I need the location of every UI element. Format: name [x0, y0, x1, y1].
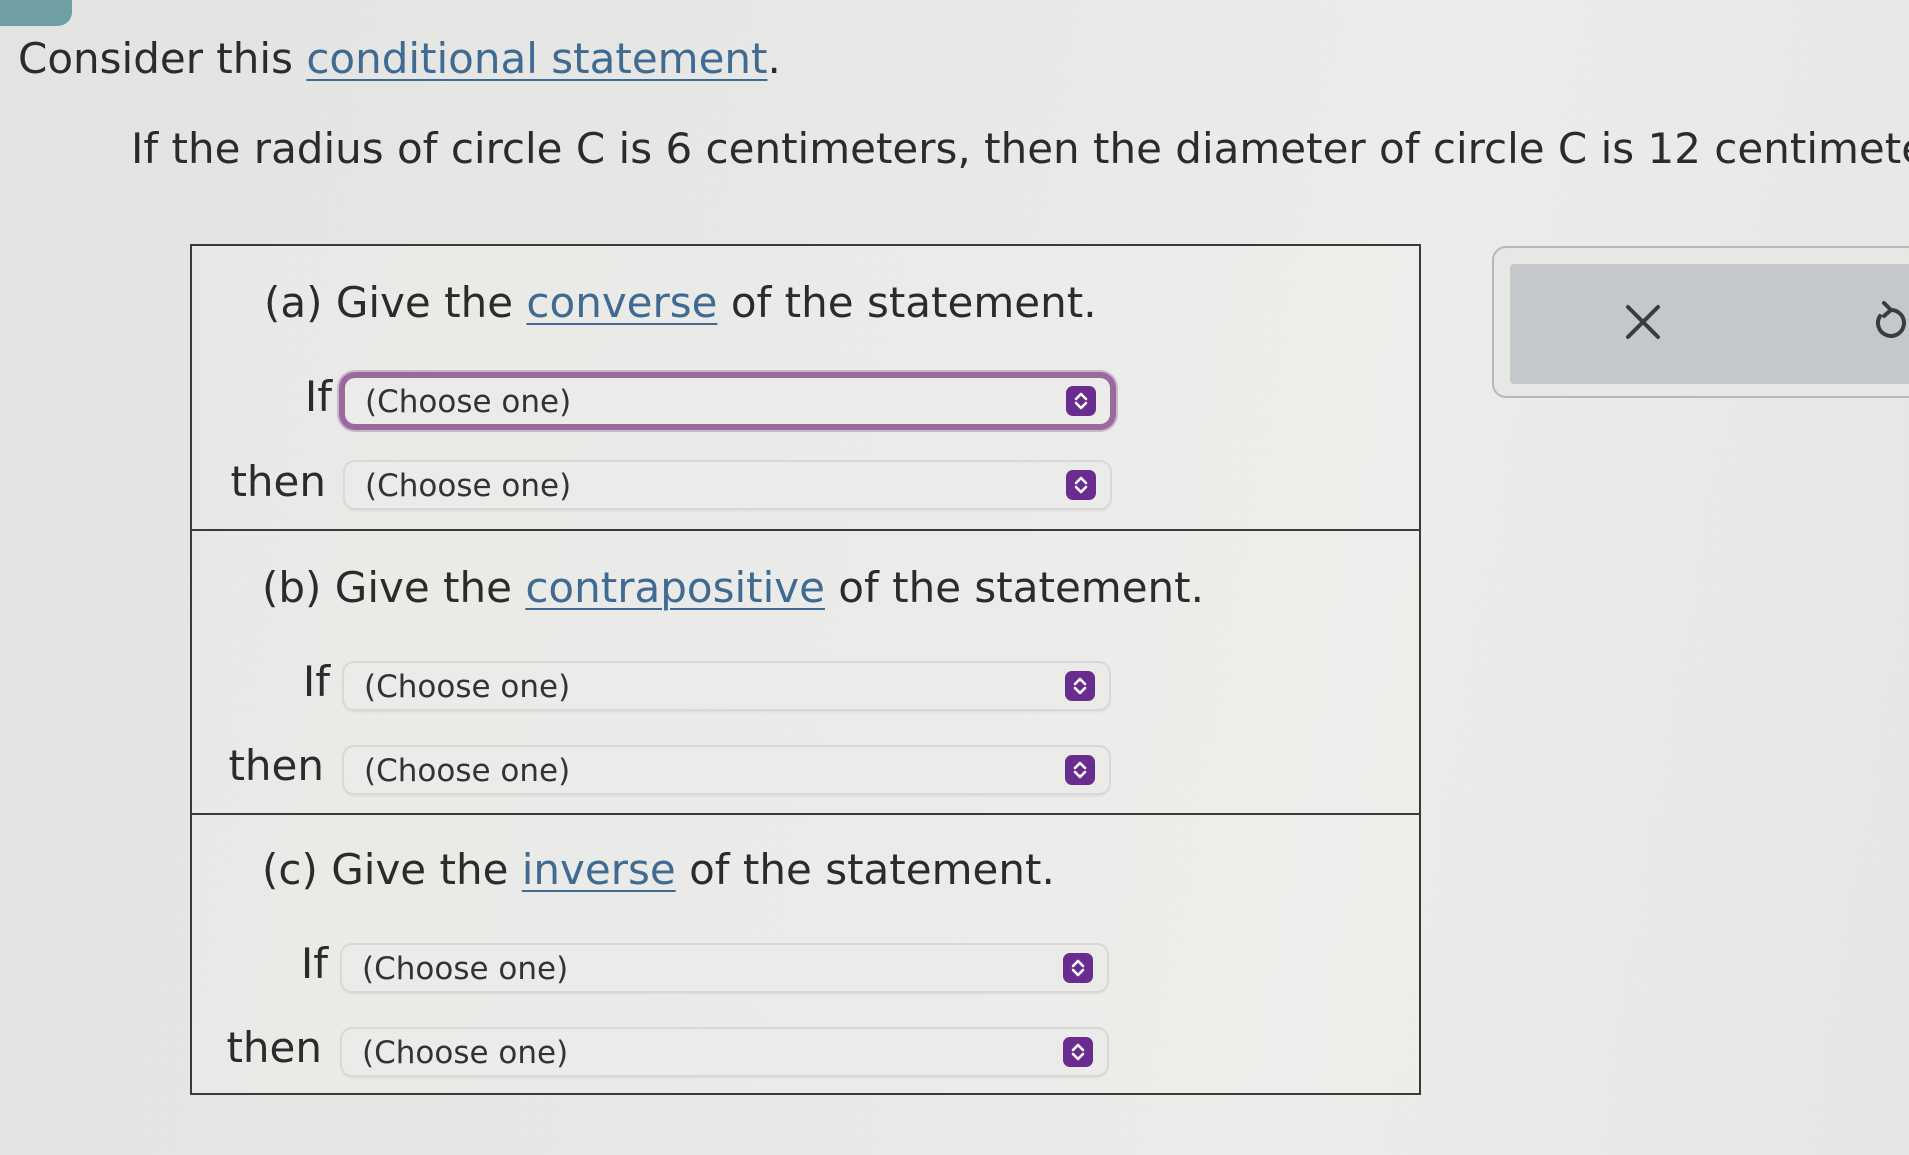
then-label: then: [230, 457, 326, 506]
conditional-statement: If the radius of circle C is 6 centimete…: [131, 124, 1909, 173]
then-label: then: [228, 741, 324, 790]
section-heading: (c) Give the inverse of the statement.: [262, 845, 1055, 894]
chevron-up-down-icon: [1065, 671, 1095, 701]
inverse-if-select[interactable]: (Choose one): [342, 945, 1107, 991]
then-label: then: [226, 1023, 322, 1072]
chevron-up-down-icon: [1065, 755, 1095, 785]
close-icon: [1623, 302, 1663, 346]
select-value: (Choose one): [365, 384, 572, 420]
clear-button[interactable]: [1608, 289, 1678, 359]
inverse-link[interactable]: inverse: [522, 845, 676, 894]
chevron-up-down-icon: [1066, 386, 1096, 416]
section-heading: (a) Give the converse of the statement.: [264, 278, 1097, 327]
converse-link[interactable]: converse: [526, 278, 717, 327]
intro-text: Consider this conditional statement.: [18, 34, 781, 83]
section-contrapositive: (b) Give the contrapositive of the state…: [192, 529, 1419, 813]
contrapositive-link[interactable]: contrapositive: [525, 563, 825, 612]
undo-icon: [1868, 300, 1909, 348]
select-value: (Choose one): [364, 753, 571, 789]
select-value: (Choose one): [364, 669, 571, 705]
converse-if-select[interactable]: (Choose one): [345, 378, 1110, 424]
select-value: (Choose one): [362, 1035, 569, 1071]
contrapositive-then-select[interactable]: (Choose one): [344, 747, 1109, 793]
chevron-up-down-icon: [1063, 953, 1093, 983]
contrapositive-if-select[interactable]: (Choose one): [344, 663, 1109, 709]
chevron-up-down-icon: [1066, 470, 1096, 500]
section-heading: (b) Give the contrapositive of the state…: [262, 563, 1204, 612]
section-inverse: (c) Give the inverse of the statement. I…: [192, 813, 1419, 1093]
corner-tab: [0, 0, 72, 26]
tool-bar: [1510, 264, 1909, 384]
select-value: (Choose one): [365, 468, 572, 504]
conditional-statement-link[interactable]: conditional statement: [306, 34, 767, 83]
answer-panel: (a) Give the converse of the statement. …: [190, 244, 1421, 1095]
if-label: If: [300, 939, 328, 988]
undo-button[interactable]: [1855, 289, 1909, 359]
section-converse: (a) Give the converse of the statement. …: [192, 246, 1419, 529]
converse-then-select[interactable]: (Choose one): [345, 462, 1110, 508]
if-label: If: [304, 372, 332, 421]
inverse-then-select[interactable]: (Choose one): [342, 1029, 1107, 1075]
tool-panel: [1492, 246, 1909, 398]
select-value: (Choose one): [362, 951, 569, 987]
chevron-up-down-icon: [1063, 1037, 1093, 1067]
if-label: If: [302, 657, 330, 706]
